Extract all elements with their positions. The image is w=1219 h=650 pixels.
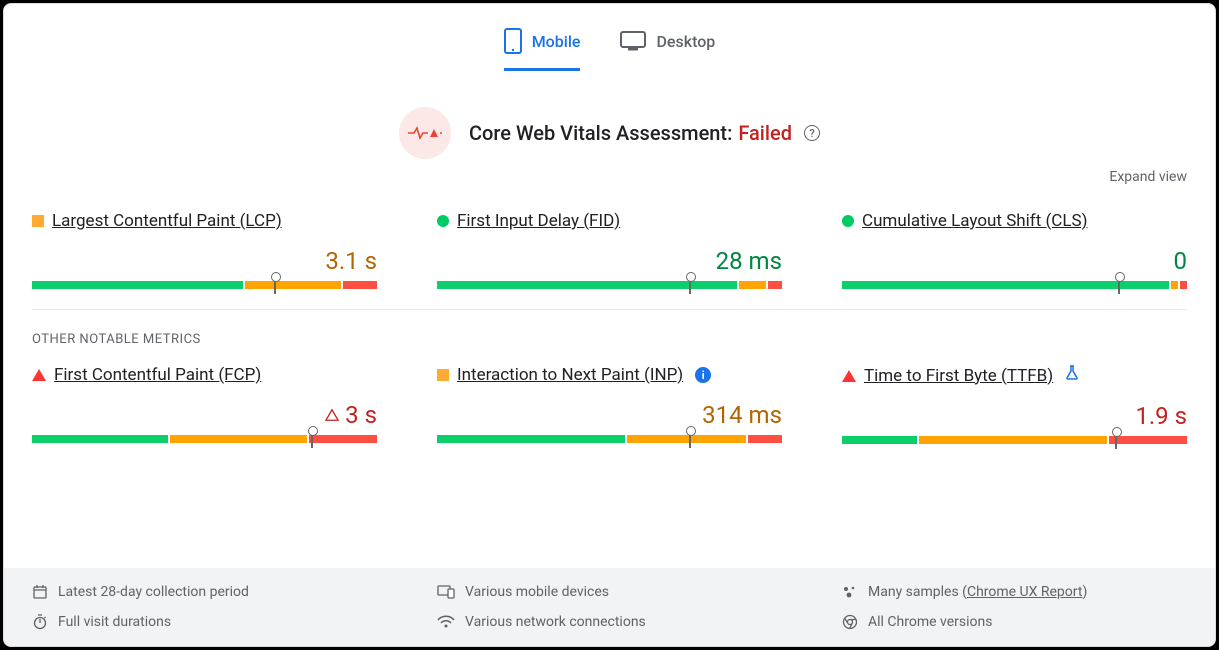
metric-marker [274,276,276,294]
devices-icon [437,585,455,599]
status-needs-improvement-icon [32,215,44,227]
metric-card: First Input Delay (FID) 28 ms [437,211,782,289]
footer-samples: Many samples (Chrome UX Report) [842,584,1187,600]
metric-distribution-bar [842,436,1187,444]
footer-collection-period: Latest 28-day collection period [32,584,377,600]
metric-value: 314 ms [702,401,782,429]
other-section-label: OTHER NOTABLE METRICS [4,310,1215,347]
footer-devices: Various mobile devices [437,584,782,600]
metric-name-link[interactable]: First Contentful Paint (FCP) [54,365,261,385]
desktop-icon [620,31,646,51]
core-web-vitals-panel: Mobile Desktop Core Web Vitals Assessmen… [3,3,1216,647]
metric-marker [689,430,691,448]
metric-marker [1115,431,1117,449]
assessment-banner: Core Web Vitals Assessment: Failed ? [4,71,1215,169]
metric-name-link[interactable]: Largest Contentful Paint (LCP) [52,211,282,231]
metric-name-link[interactable]: Time to First Byte (TTFB) [864,366,1053,386]
footer-text: All Chrome versions [868,614,992,630]
chrome-ux-report-link[interactable]: Chrome UX Report [967,584,1082,600]
metric-marker [689,276,691,294]
metric-card: Largest Contentful Paint (LCP) 3.1 s [32,211,377,289]
footer-text: Many samples (Chrome UX Report) [868,584,1087,600]
footer-text: Various mobile devices [465,584,609,600]
status-good-icon [842,215,854,227]
help-icon[interactable]: ? [804,125,820,141]
metric-distribution-bar [32,435,377,443]
mobile-icon [504,28,522,54]
metric-card: Interaction to Next Paint (INP) i 314 ms [437,365,782,444]
tab-desktop[interactable]: Desktop [620,28,715,71]
stopwatch-icon [32,614,48,630]
tab-mobile[interactable]: Mobile [504,28,581,71]
metric-marker [311,430,313,448]
status-good-icon [437,215,449,227]
other-metrics-grid: First Contentful Paint (FCP) 3 s Interac… [4,347,1215,464]
tab-mobile-label: Mobile [532,32,581,51]
device-tabs: Mobile Desktop [4,4,1215,71]
metric-name-link[interactable]: Interaction to Next Paint (INP) [457,365,683,385]
footer-text: Various network connections [465,614,646,630]
calendar-icon [32,584,48,600]
status-needs-improvement-icon [437,369,449,381]
metric-value: 0 [1174,247,1188,275]
metric-value: 3.1 s [325,247,377,275]
metric-card: First Contentful Paint (FCP) 3 s [32,365,377,444]
chrome-icon [842,614,858,630]
footer-text: Latest 28-day collection period [58,584,249,600]
metric-distribution-bar [842,281,1187,289]
footer-chrome: All Chrome versions [842,614,1187,630]
status-poor-icon [842,370,856,382]
footer-text: Full visit durations [58,614,171,630]
assessment-status: Failed [738,121,792,145]
metric-distribution-bar [437,435,782,443]
metric-value: 3 s [345,401,377,429]
footer-durations: Full visit durations [32,614,377,630]
warning-icon [325,408,339,422]
flask-icon [1065,365,1079,386]
info-icon[interactable]: i [695,367,711,383]
assessment-status-icon [399,107,451,159]
metric-card: Time to First Byte (TTFB) 1.9 s [842,365,1187,444]
status-poor-icon [32,369,46,381]
metric-name-link[interactable]: Cumulative Layout Shift (CLS) [862,211,1088,231]
metric-distribution-bar [437,281,782,289]
tab-desktop-label: Desktop [656,32,715,51]
network-icon [437,615,455,629]
metric-name-link[interactable]: First Input Delay (FID) [457,211,620,231]
metric-card: Cumulative Layout Shift (CLS) 0 [842,211,1187,289]
footer-strip: Latest 28-day collection period Various … [4,568,1215,646]
samples-icon [842,584,858,600]
metric-marker [1118,276,1120,294]
metric-value: 1.9 s [1135,402,1187,430]
core-metrics-grid: Largest Contentful Paint (LCP) 3.1 s Fir… [4,193,1215,309]
expand-view-link[interactable]: Expand view [1109,169,1187,185]
metric-distribution-bar [32,281,377,289]
assessment-label: Core Web Vitals Assessment: [469,121,732,145]
footer-network: Various network connections [437,614,782,630]
metric-value: 28 ms [716,247,782,275]
